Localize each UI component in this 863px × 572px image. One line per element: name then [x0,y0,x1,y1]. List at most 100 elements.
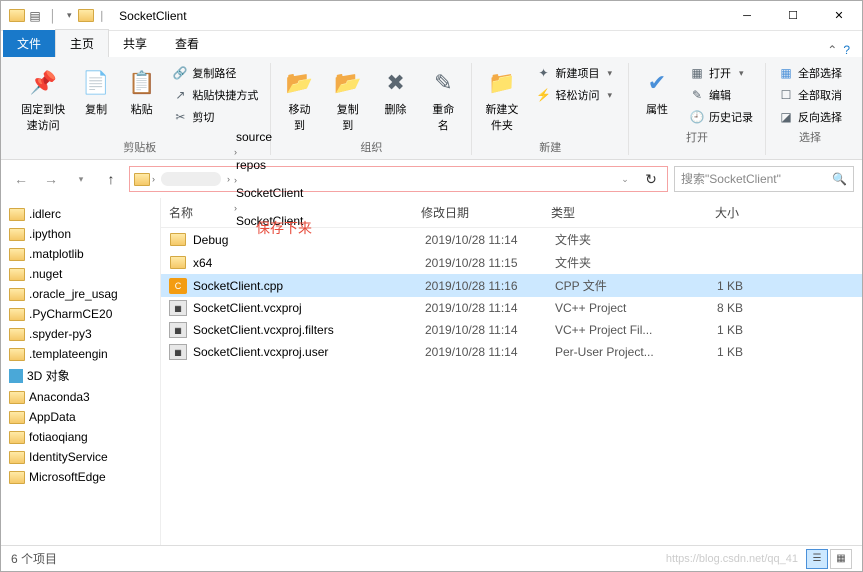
tab-home[interactable]: 主页 [55,29,109,57]
tree-item[interactable]: Anaconda3 [1,387,160,407]
tree-item[interactable]: .matplotlib [1,244,160,264]
open-group-label: 打开 [686,129,708,145]
recent-button[interactable]: ▾ [69,167,93,191]
rename-button[interactable]: ✎重命名 [421,63,465,137]
pin-button[interactable]: 📌 固定到快速访问 [15,63,71,137]
chevron-right-icon[interactable]: › [225,174,232,184]
edit-button[interactable]: ✎编辑 [683,85,759,105]
rename-icon: ✎ [427,67,459,99]
tree-item[interactable]: MicrosoftEdge [1,467,160,487]
file-name: SocketClient.vcxproj.user [193,345,425,359]
file-name: SocketClient.vcxproj [193,301,425,315]
tree-item-label: .ipython [29,227,71,241]
tree-item-label: .spyder-py3 [29,327,92,341]
icons-view-button[interactable]: ▦ [830,549,852,569]
file-name: x64 [193,256,425,270]
new-folder-button[interactable]: 📁新建文件夹 [478,63,525,137]
search-box[interactable]: 🔍 [674,166,854,192]
help-icon[interactable]: ? [843,43,850,57]
move-to-button[interactable]: 📂移动到 [277,63,321,137]
folder-icon [9,268,25,281]
history-button[interactable]: 🕘历史记录 [683,107,759,127]
qat-dropdown-icon[interactable]: ▾ [63,10,76,21]
tree-item[interactable]: .idlerc [1,204,160,224]
folder-icon [9,8,25,24]
chevron-down-icon: ▾ [603,90,616,101]
folder-icon [134,171,150,187]
col-date[interactable]: 修改日期 [421,204,551,221]
select-none-button[interactable]: ☐全部取消 [772,85,848,105]
ribbon-collapse: ⌃ ? [815,43,862,57]
select-all-button[interactable]: ▦全部选择 [772,63,848,83]
file-type: 文件夹 [555,254,685,271]
new-group-label: 新建 [539,139,561,155]
forward-button[interactable]: → [39,167,63,191]
tab-view[interactable]: 查看 [161,30,213,57]
file-row[interactable]: CSocketClient.cpp2019/10/28 11:16CPP 文件1… [161,274,862,297]
folder-icon [9,308,25,321]
tree-item[interactable]: 3D 对象 [1,364,160,387]
minimize-button[interactable]: ─ [724,1,770,31]
search-icon[interactable]: 🔍 [832,172,847,186]
address-bar[interactable]: › › source›repos›SocketClient›SocketClie… [129,166,668,192]
tree-item[interactable]: .ipython [1,224,160,244]
col-size[interactable]: 大小 [681,204,751,221]
up-button[interactable]: ↑ [99,167,123,191]
invert-button[interactable]: ◪反向选择 [772,107,848,127]
back-button[interactable]: ← [9,167,33,191]
window-controls: ─ ☐ ✕ [724,1,862,31]
tree-item[interactable]: .spyder-py3 [1,324,160,344]
new-item-button[interactable]: ✦新建项目▾ [529,63,622,83]
tab-share[interactable]: 共享 [109,30,161,57]
collapse-icon[interactable]: ⌃ [827,43,837,57]
properties-icon[interactable]: ▤ [27,8,43,24]
tree-item[interactable]: .oracle_jre_usag [1,284,160,304]
chevron-right-icon[interactable]: › [232,175,239,185]
chevron-right-icon[interactable]: › [232,147,239,157]
folder-tree[interactable]: .idlerc .ipython .matplotlib.nuget.oracle_… [1,198,161,545]
item-count: 6 个项目 [11,550,57,567]
tab-file[interactable]: 文件 [3,30,55,57]
organize-group-label: 组织 [360,139,382,155]
file-size: 1 KB [685,323,755,337]
file-row[interactable]: ▦SocketClient.vcxproj.filters2019/10/28 … [161,319,862,341]
cut-icon: ✂ [172,109,188,125]
delete-button[interactable]: ✖删除 [374,63,417,121]
tree-item[interactable]: AppData [1,407,160,427]
shortcut-icon: ↗ [172,87,188,103]
copy-path-button[interactable]: 🔗复制路径 [166,63,264,83]
refresh-button[interactable]: ↻ [639,167,663,191]
easy-access-button[interactable]: ⚡轻松访问▾ [529,85,622,105]
tree-item[interactable]: fotiaoqiang [1,427,160,447]
paste-shortcut-button[interactable]: ↗粘贴快捷方式 [166,85,264,105]
tree-item[interactable]: .templateengin [1,344,160,364]
dropdown-button[interactable]: ⌄ [613,167,637,191]
ribbon-tabs: 文件 主页 共享 查看 ⌃ ? [1,31,862,57]
paste-button[interactable]: 📋 粘贴 [121,63,163,121]
copy-button[interactable]: 📄 复制 [75,63,117,121]
file-row[interactable]: x642019/10/28 11:15文件夹 [161,251,862,274]
window-title: SocketClient [119,9,186,23]
breadcrumb-segment[interactable]: source [232,130,307,144]
copy-label: 复制 [85,101,107,117]
search-input[interactable] [681,172,832,186]
tree-item[interactable]: .nuget [1,264,160,284]
cut-button[interactable]: ✂剪切 [166,107,264,127]
file-row[interactable]: ▦SocketClient.vcxproj2019/10/28 11:14VC+… [161,297,862,319]
breadcrumb-segment[interactable]: repos [232,158,307,172]
move-icon: 📂 [284,67,316,99]
vcxproj-file-icon: ▦ [169,322,187,338]
details-view-button[interactable]: ☰ [806,549,828,569]
properties-button[interactable]: ✔属性 [635,63,679,121]
chevron-right-icon[interactable]: › [150,174,157,184]
open-button[interactable]: ▦打开▾ [683,63,759,83]
group-open: ✔属性 ▦打开▾ ✎编辑 🕘历史记录 打开 [629,63,766,155]
tree-item[interactable]: .PyCharmCE20 [1,304,160,324]
col-type[interactable]: 类型 [551,204,681,221]
copy-to-button[interactable]: 📂复制到 [326,63,370,137]
titlebar: ▤ │ ▾ │ SocketClient ─ ☐ ✕ [1,1,862,31]
close-button[interactable]: ✕ [816,1,862,31]
maximize-button[interactable]: ☐ [770,1,816,31]
file-row[interactable]: ▦SocketClient.vcxproj.user2019/10/28 11:… [161,341,862,363]
tree-item[interactable]: IdentityService [1,447,160,467]
